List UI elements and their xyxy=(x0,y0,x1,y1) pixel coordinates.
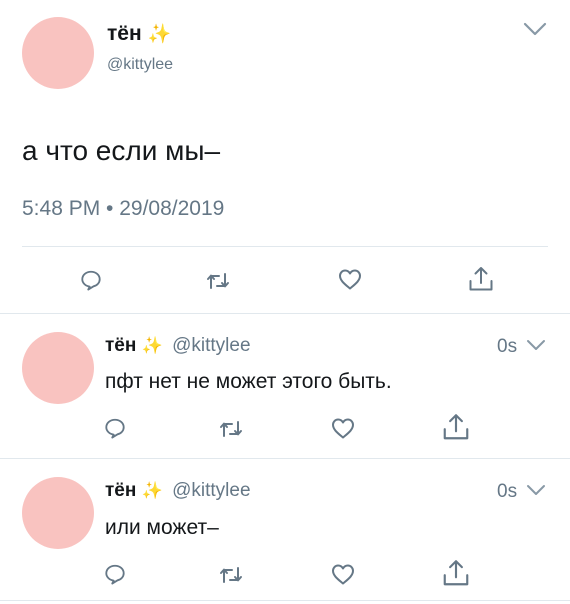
divider xyxy=(0,458,570,459)
display-name-text: тён xyxy=(107,22,142,45)
share-icon[interactable] xyxy=(441,412,471,442)
reply-icon[interactable] xyxy=(104,417,126,439)
display-name[interactable]: тён ✨ xyxy=(107,22,171,46)
sparkle-emoji: ✨ xyxy=(141,336,163,355)
timestamp[interactable]: 5:48 PM • 29/08/2019 xyxy=(22,197,224,221)
divider xyxy=(22,246,548,247)
retweet-icon[interactable] xyxy=(205,271,231,291)
handle[interactable]: @kittylee xyxy=(107,56,173,74)
sparkle-emoji: ✨ xyxy=(147,24,172,45)
divider xyxy=(0,313,570,314)
reply-time[interactable]: 0s xyxy=(497,336,517,358)
chevron-down-icon[interactable] xyxy=(526,338,546,352)
reply-text: или может– xyxy=(105,516,219,539)
reply-icon[interactable] xyxy=(80,269,102,291)
display-name[interactable]: тён xyxy=(105,480,136,501)
display-name[interactable]: тён xyxy=(105,335,136,356)
reply-text: пфт нет не может этого быть. xyxy=(105,370,392,393)
sparkle-emoji: ✨ xyxy=(141,481,163,500)
retweet-icon[interactable] xyxy=(218,419,244,439)
avatar[interactable] xyxy=(22,477,94,549)
reply-header: тён ✨ @kittylee xyxy=(105,480,251,502)
share-icon[interactable] xyxy=(467,265,495,293)
tweet-text: а что если мы– xyxy=(22,135,221,166)
divider xyxy=(0,600,570,601)
reply-icon[interactable] xyxy=(104,563,126,585)
reply-header: тён ✨ @kittylee xyxy=(105,335,251,357)
avatar[interactable] xyxy=(22,332,94,404)
share-icon[interactable] xyxy=(441,558,471,588)
like-icon[interactable] xyxy=(331,563,355,585)
chevron-down-icon[interactable] xyxy=(526,483,546,497)
like-icon[interactable] xyxy=(338,268,362,290)
retweet-icon[interactable] xyxy=(218,565,244,585)
like-icon[interactable] xyxy=(331,417,355,439)
avatar[interactable] xyxy=(22,17,94,89)
handle[interactable]: @kittylee xyxy=(172,335,250,356)
reply-time[interactable]: 0s xyxy=(497,481,517,503)
chevron-down-icon[interactable] xyxy=(522,20,548,38)
handle[interactable]: @kittylee xyxy=(172,480,250,501)
